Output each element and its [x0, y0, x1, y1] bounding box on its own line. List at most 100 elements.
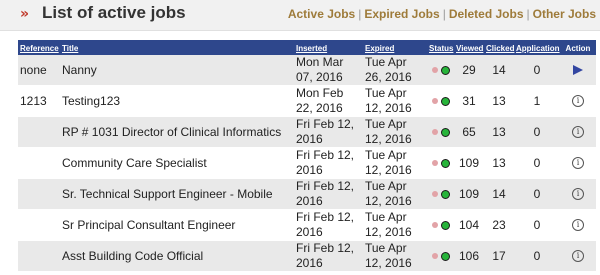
cell-clicked: 13 [484, 147, 514, 179]
cell-expired: Tue Apr 12, 2016 [363, 147, 427, 179]
cell-application: 1 [514, 85, 560, 117]
cell-clicked: 23 [484, 209, 514, 241]
cell-status [427, 116, 454, 148]
cell-status [427, 85, 454, 117]
col-header-viewed[interactable]: Viewed [454, 40, 484, 55]
cell-inserted: Mon Mar 07, 2016 [294, 55, 363, 86]
cell-inserted: Fri Feb 12, 2016 [294, 147, 363, 179]
table-row: Sr. Technical Support Engineer - Mobile F… [18, 178, 596, 210]
cell-action: i [560, 178, 596, 210]
cell-action [560, 55, 596, 86]
cell-viewed: 65 [454, 116, 484, 148]
cell-application: 0 [514, 116, 560, 148]
link-other-jobs[interactable]: Other Jobs [533, 7, 596, 21]
info-icon[interactable]: i [572, 126, 584, 139]
cell-viewed: 109 [454, 147, 484, 179]
col-header-action: Action [560, 40, 596, 55]
status-inactive-dot-icon[interactable] [431, 98, 438, 105]
link-expired-jobs[interactable]: Expired Jobs [364, 7, 439, 21]
info-icon[interactable]: i [572, 188, 584, 201]
status-inactive-dot-icon[interactable] [431, 129, 438, 136]
table-header-row: Reference Title Inserted Expired Status … [18, 40, 596, 55]
status-active-dot-icon[interactable] [440, 65, 450, 75]
info-icon[interactable]: i [572, 157, 584, 170]
cell-reference [18, 147, 60, 179]
cell-expired: Tue Apr 12, 2016 [363, 240, 427, 272]
cell-viewed: 31 [454, 85, 484, 117]
status-inactive-dot-icon[interactable] [431, 67, 438, 74]
status-inactive-dot-icon[interactable] [431, 191, 438, 198]
link-active-jobs[interactable]: Active Jobs [288, 7, 355, 21]
cell-inserted: Fri Feb 12, 2016 [294, 116, 363, 148]
active-jobs-table: Reference Title Inserted Expired Status … [18, 40, 596, 272]
separator: | [442, 7, 446, 21]
col-header-status[interactable]: Status [427, 40, 454, 55]
cell-reference: 1213 [18, 85, 60, 117]
info-icon[interactable]: i [572, 219, 584, 232]
col-header-expired[interactable]: Expired [363, 40, 427, 55]
info-icon[interactable]: i [572, 250, 584, 263]
cell-status [427, 178, 454, 210]
status-active-dot-icon[interactable] [440, 251, 450, 261]
cell-title[interactable]: RP # 1031 Director of Clinical Informati… [60, 116, 294, 148]
col-header-reference[interactable]: Reference [18, 40, 60, 55]
cell-status [427, 147, 454, 179]
cell-application: 0 [514, 240, 560, 272]
table-row: Community Care Specialist Fri Feb 12, 201… [18, 147, 596, 179]
cell-title[interactable]: Sr Principal Consultant Engineer [60, 209, 294, 241]
cell-reference: none [18, 55, 60, 86]
link-deleted-jobs[interactable]: Deleted Jobs [449, 7, 524, 21]
cell-application: 0 [514, 178, 560, 210]
cell-status [427, 209, 454, 241]
cell-inserted: Fri Feb 12, 2016 [294, 178, 363, 210]
cell-title[interactable]: Testing123 [60, 85, 294, 117]
table-row: RP # 1031 Director of Clinical Informati… [18, 116, 596, 148]
cell-inserted: Mon Feb 22, 2016 [294, 85, 363, 117]
status-inactive-dot-icon[interactable] [431, 253, 438, 260]
separator: | [526, 7, 530, 21]
info-icon[interactable]: i [572, 95, 584, 108]
cell-reference [18, 178, 60, 210]
cell-application: 0 [514, 147, 560, 179]
cell-expired: Tue Apr 12, 2016 [363, 209, 427, 241]
cell-clicked: 14 [484, 55, 514, 86]
status-inactive-dot-icon[interactable] [431, 222, 438, 229]
status-active-dot-icon[interactable] [440, 158, 450, 168]
chevron-right-icon: » [20, 6, 30, 22]
status-active-dot-icon[interactable] [440, 96, 450, 106]
col-header-title[interactable]: Title [60, 40, 294, 55]
cell-action: i [560, 116, 596, 148]
separator: | [358, 7, 362, 21]
cell-expired: Tue Apr 26, 2016 [363, 55, 427, 86]
status-active-dot-icon[interactable] [440, 220, 450, 230]
status-active-dot-icon[interactable] [440, 189, 450, 199]
cell-viewed: 106 [454, 240, 484, 272]
table-row: 1213 Testing123 Mon Feb 22, 2016 Tue Apr 12… [18, 85, 596, 117]
cell-title[interactable]: Nanny [60, 55, 294, 86]
cell-action: i [560, 240, 596, 272]
cell-inserted: Fri Feb 12, 2016 [294, 240, 363, 272]
col-header-application[interactable]: Application [514, 40, 560, 55]
job-filter-links: Active Jobs | Expired Jobs | Deleted Jobs | Ot… [288, 7, 596, 21]
cell-title[interactable]: Sr. Technical Support Engineer - Mobile [60, 178, 294, 210]
cell-title[interactable]: Asst Building Code Official [60, 240, 294, 272]
col-header-inserted[interactable]: Inserted [294, 40, 363, 55]
cell-application: 0 [514, 55, 560, 86]
cell-clicked: 17 [484, 240, 514, 272]
table-row: none Nanny Mon Mar 07, 2016 Tue Apr 26, 201… [18, 55, 596, 86]
status-active-dot-icon[interactable] [440, 127, 450, 137]
cell-expired: Tue Apr 12, 2016 [363, 178, 427, 210]
cell-reference [18, 240, 60, 272]
cell-application: 0 [514, 209, 560, 241]
status-inactive-dot-icon[interactable] [431, 160, 438, 167]
page-header: » List of active jobs Active Jobs | Expire… [0, 0, 600, 31]
cell-clicked: 13 [484, 85, 514, 117]
cell-viewed: 104 [454, 209, 484, 241]
cell-expired: Tue Apr 12, 2016 [363, 116, 427, 148]
cell-title[interactable]: Community Care Specialist [60, 147, 294, 179]
col-header-clicked[interactable]: Clicked [484, 40, 514, 55]
cell-viewed: 109 [454, 178, 484, 210]
play-icon[interactable] [573, 65, 583, 76]
table-row: Asst Building Code Official Fri Feb 12, 2… [18, 240, 596, 272]
cell-action: i [560, 147, 596, 179]
